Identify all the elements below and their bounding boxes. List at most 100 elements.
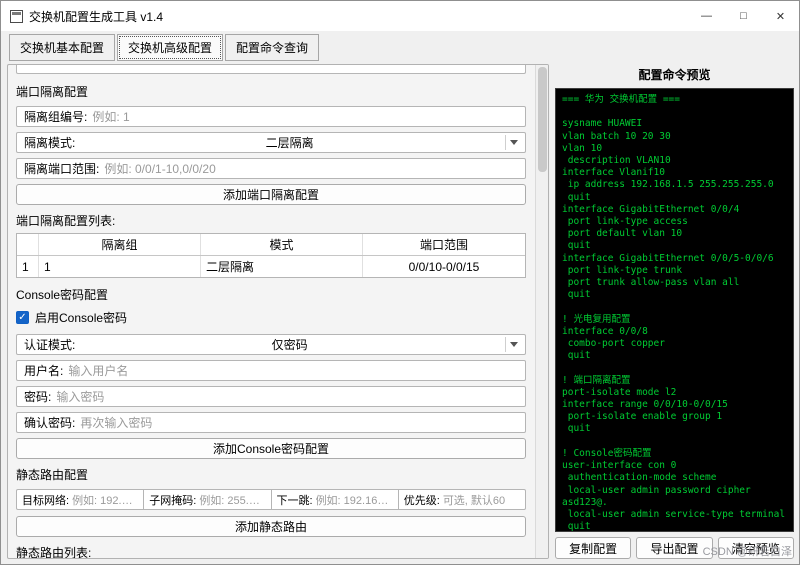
route-list-label: 静态路由列表: — [16, 546, 92, 558]
route-target-placeholder: 例如: 192.168.1.0 — [72, 494, 138, 507]
terminal-line: asd123@. — [562, 496, 608, 508]
table-row[interactable]: 1 1 二层隔离 0/0/10-0/0/15 — [17, 256, 525, 277]
route-mask-input[interactable]: 子网掩码: 例如: 255.255.25... — [143, 489, 272, 510]
isolation-mode-select[interactable]: 隔离模式: 二层隔离 — [16, 132, 526, 153]
close-icon[interactable]: ✕ — [762, 1, 799, 31]
terminal-line: port trunk allow-pass vlan all — [562, 277, 740, 289]
confirm-password-input[interactable]: 确认密码: 再次输入密码 — [16, 412, 526, 433]
terminal-line: interface Vlanif10 — [562, 167, 665, 179]
route-target-label: 目标网络: — [22, 494, 70, 507]
copy-config-button[interactable]: 复制配置 — [555, 537, 632, 559]
route-mask-label: 子网掩码: — [149, 494, 197, 507]
tab-2[interactable]: 交换机高级配置 — [117, 34, 224, 61]
terminal-line: local-user admin service-type terminal — [562, 508, 786, 520]
window-title: 交换机配置生成工具 v1.4 — [29, 9, 164, 24]
enable-console-password-label: 启用Console密码 — [35, 311, 128, 325]
isolation-group-placeholder: 例如: 1 — [92, 110, 130, 124]
username-input[interactable]: 用户名: 输入用户名 — [16, 360, 526, 381]
terminal-line: sysname HUAWEI — [562, 118, 643, 130]
terminal-line: interface GigabitEthernet 0/0/4 — [562, 203, 740, 215]
table-cell: 0/0/10-0/0/15 — [408, 259, 480, 274]
terminal-line: description VLAN10 — [562, 155, 671, 167]
export-config-button[interactable]: 导出配置 — [636, 537, 713, 559]
main-area: 端口隔离配置 隔离组编号: 例如: 1 隔离模式: 二层隔离 隔离端口范围: 例… — [1, 61, 799, 564]
terminal-line: port link-type access — [562, 216, 688, 228]
preview-title: 配置命令预览 — [638, 68, 711, 82]
isolation-range-placeholder: 例如: 0/0/1-10,0/0/20 — [104, 162, 216, 176]
confirm-password-placeholder: 再次输入密码 — [80, 416, 153, 430]
confirm-password-label: 确认密码: — [24, 416, 76, 430]
clear-preview-button[interactable]: 清空预览 — [717, 537, 794, 559]
clipped-input-top[interactable] — [16, 65, 526, 74]
add-port-isolation-button[interactable]: 添加端口隔离配置 — [16, 184, 526, 205]
isolation-list-label: 端口隔离配置列表: — [16, 214, 116, 228]
terminal-line: ! 端口隔离配置 — [562, 374, 631, 386]
terminal-line: interface range 0/0/10-0/0/15 — [562, 399, 728, 411]
terminal-line: interface GigabitEthernet 0/0/5-0/0/6 — [562, 252, 774, 264]
password-input[interactable]: 密码: 输入密码 — [16, 386, 526, 407]
terminal-output[interactable]: === 华为 交换机配置 === sysname HUAWEI vlan batc… — [555, 88, 794, 532]
username-label: 用户名: — [24, 364, 64, 378]
username-placeholder: 输入用户名 — [68, 364, 129, 378]
enable-console-password-row: ✓ 启用Console密码 — [16, 309, 526, 326]
terminal-line: quit — [562, 423, 591, 435]
tab-3[interactable]: 配置命令查询 — [225, 34, 320, 61]
maximize-icon[interactable]: □ — [725, 1, 762, 31]
terminal-line: quit — [562, 240, 591, 252]
chevron-down-icon — [510, 140, 518, 145]
route-target-input[interactable]: 目标网络: 例如: 192.168.1.0 — [16, 489, 145, 510]
column-header[interactable]: 隔离组 — [39, 234, 201, 255]
terminal-line: ! Console密码配置 — [562, 447, 652, 459]
terminal-line: quit — [562, 521, 591, 532]
table-cell: 1 — [39, 256, 201, 277]
terminal-line: port-isolate enable group 1 — [562, 411, 723, 423]
add-static-route-button[interactable]: 添加静态路由 — [16, 516, 526, 537]
preview-buttons-row: 复制配置 导出配置 清空预览 — [555, 532, 794, 559]
auth-mode-select[interactable]: 认证模式: 仅密码 — [16, 334, 526, 355]
route-nexthop-input[interactable]: 下一跳: 例如: 192.168.1.1 — [270, 489, 399, 510]
route-priority-placeholder: 可选, 默认60 — [442, 494, 506, 507]
form-scroll-area: 端口隔离配置 隔离组编号: 例如: 1 隔离模式: 二层隔离 隔离端口范围: 例… — [7, 64, 549, 559]
tab-1[interactable]: 交换机基本配置 — [9, 34, 116, 61]
password-label: 密码: — [24, 390, 52, 404]
terminal-line: === 华为 交换机配置 === — [562, 94, 680, 105]
row-number-header — [17, 234, 39, 255]
terminal-line: vlan batch 10 20 30 — [562, 130, 671, 142]
terminal-line: interface 0/0/8 — [562, 325, 648, 337]
minimize-icon[interactable]: — — [688, 1, 725, 31]
titlebar: 交换机配置生成工具 v1.4 — □ ✕ — [1, 1, 799, 31]
app-window: 交换机配置生成工具 v1.4 — □ ✕ 交换机基本配置 交换机高级配置 配置命令查… — [0, 0, 800, 565]
vertical-scrollbar[interactable] — [535, 65, 548, 558]
password-placeholder: 输入密码 — [56, 390, 105, 404]
terminal-line: local-user admin password cipher — [562, 484, 751, 496]
column-header[interactable]: 模式 — [201, 234, 363, 255]
terminal-line: ! 光电复用配置 — [562, 313, 631, 325]
scrollbar-thumb[interactable] — [538, 67, 547, 172]
add-console-password-button[interactable]: 添加Console密码配置 — [16, 438, 526, 459]
route-mask-placeholder: 例如: 255.255.25... — [199, 494, 265, 507]
combo-divider — [505, 135, 506, 150]
combo-divider — [505, 337, 506, 352]
section-title-static-route: 静态路由配置 — [16, 468, 89, 482]
column-header[interactable]: 端口范围 — [363, 234, 525, 255]
static-route-fields-row: 目标网络: 例如: 192.168.1.0 子网掩码: 例如: 255.255.… — [16, 489, 526, 510]
window-controls: — □ ✕ — [688, 1, 799, 31]
terminal-line: vlan 10 — [562, 142, 603, 154]
route-nexthop-placeholder: 例如: 192.168.1.1 — [315, 494, 393, 507]
route-priority-input[interactable]: 优先级: 可选, 默认60 — [397, 489, 526, 510]
preview-panel: 配置命令预览 === 华为 交换机配置 === sysname HUAWEI vl… — [555, 64, 794, 559]
enable-console-password-checkbox[interactable]: ✓ — [16, 311, 29, 324]
terminal-line: ip address 192.168.1.5 255.255.255.0 — [562, 179, 774, 191]
isolation-table: 隔离组 模式 端口范围 1 1 二层隔离 0/0/10-0/0/15 — [16, 233, 526, 278]
auth-mode-label: 认证模式: — [24, 338, 76, 352]
terminal-line: port-isolate mode l2 — [562, 386, 677, 398]
section-title-console: Console密码配置 — [16, 288, 109, 302]
terminal-line: user-interface con 0 — [562, 460, 677, 472]
isolation-mode-value: 二层隔离 — [265, 136, 314, 150]
isolation-group-input[interactable]: 隔离组编号: 例如: 1 — [16, 106, 526, 127]
form-content: 端口隔离配置 隔离组编号: 例如: 1 隔离模式: 二层隔离 隔离端口范围: 例… — [8, 65, 535, 558]
isolation-range-input[interactable]: 隔离端口范围: 例如: 0/0/1-10,0/0/20 — [16, 158, 526, 179]
